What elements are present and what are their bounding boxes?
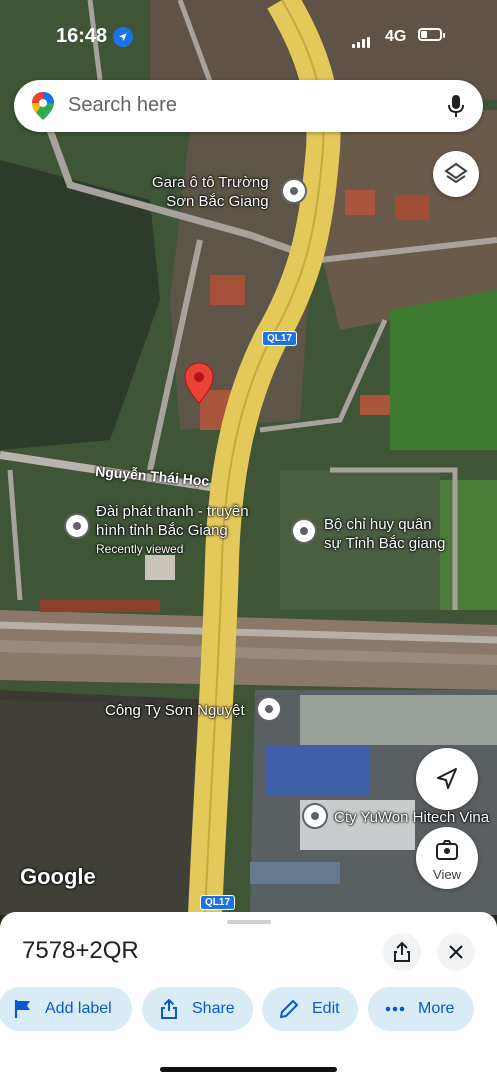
edit-chip[interactable]: Edit xyxy=(262,987,358,1031)
battery-icon xyxy=(418,28,445,41)
action-chips: Add label Share Edit More xyxy=(0,987,497,1033)
yuwon-line1: Cty YuWon Hitech Vina xyxy=(334,809,490,826)
place-marker-icon[interactable] xyxy=(291,518,317,544)
flag-icon xyxy=(14,1000,30,1018)
close-icon xyxy=(449,945,463,959)
place-bottom-sheet[interactable]: 7578+2QR Add label Share Edit More xyxy=(0,912,497,1080)
dropped-pin-icon[interactable] xyxy=(184,362,214,404)
my-location-button[interactable] xyxy=(416,748,478,810)
pencil-icon xyxy=(280,1000,298,1018)
camera-view-icon xyxy=(436,840,458,860)
location-services-icon xyxy=(113,27,133,47)
home-indicator[interactable] xyxy=(160,1067,337,1072)
son-nguyet-line1: Công Ty Sơn Nguyệt xyxy=(105,702,245,719)
search-input[interactable]: Search here xyxy=(68,94,177,117)
military-command-line1: Bộ chỉ huy quân xyxy=(324,516,432,533)
close-button[interactable] xyxy=(437,933,475,971)
plus-code-title: 7578+2QR xyxy=(22,937,139,964)
radio-station-line1: Đài phát thanh - truyền xyxy=(96,503,249,520)
navigation-arrow-icon xyxy=(437,768,457,789)
military-command-label[interactable]: Bộ chỉ huy quân sự Tỉnh Bắc giang xyxy=(324,515,446,553)
route-shield: QL17 xyxy=(200,895,236,910)
layers-button[interactable] xyxy=(433,151,479,197)
gara-label-line1: Gara ô tô Trường xyxy=(152,174,269,191)
network-type: 4G xyxy=(385,28,407,45)
view-button-label: View xyxy=(433,867,461,882)
yuwon-label[interactable]: Cty YuWon Hitech Vina xyxy=(334,808,489,827)
more-text: More xyxy=(418,1000,455,1017)
cellular-signal-icon xyxy=(352,30,372,48)
more-chip[interactable]: More xyxy=(368,987,474,1031)
add-label-chip[interactable]: Add label xyxy=(0,987,132,1031)
microphone-icon[interactable] xyxy=(447,94,465,123)
more-dots-icon xyxy=(385,1006,405,1012)
layers-icon xyxy=(444,162,468,184)
son-nguyet-label[interactable]: Công Ty Sơn Nguyệt xyxy=(105,701,245,720)
gara-label-line2: Sơn Bắc Giang xyxy=(166,193,269,210)
route-shield: QL17 xyxy=(262,331,298,346)
status-bar: 16:48 4G xyxy=(0,22,497,52)
recently-viewed-label: Recently viewed xyxy=(96,542,184,556)
radio-station-line2: hình tỉnh Bắc Giang xyxy=(96,522,228,539)
place-marker-icon[interactable] xyxy=(302,803,328,829)
search-bar[interactable]: Search here xyxy=(14,80,483,132)
edit-text: Edit xyxy=(312,1000,340,1017)
google-attribution: Google xyxy=(20,864,96,889)
military-command-line2: sự Tỉnh Bắc giang xyxy=(324,535,446,552)
add-label-text: Add label xyxy=(45,1000,112,1017)
street-view-button[interactable]: View xyxy=(416,827,478,889)
share-icon xyxy=(394,941,410,962)
place-marker-icon[interactable] xyxy=(64,513,90,539)
place-marker-icon[interactable] xyxy=(256,696,282,722)
radio-station-label[interactable]: Đài phát thanh - truyền hình tỉnh Bắc Gi… xyxy=(96,502,249,559)
google-maps-logo-icon xyxy=(30,91,56,126)
share-icon xyxy=(161,998,177,1019)
gara-label[interactable]: Gara ô tô Trường Sơn Bắc Giang xyxy=(152,173,269,211)
sheet-drag-handle[interactable] xyxy=(227,920,271,924)
share-button[interactable] xyxy=(383,933,421,971)
share-chip[interactable]: Share xyxy=(142,987,253,1031)
place-marker-icon[interactable] xyxy=(281,178,307,204)
share-text: Share xyxy=(192,1000,235,1017)
status-time: 16:48 xyxy=(56,25,108,47)
